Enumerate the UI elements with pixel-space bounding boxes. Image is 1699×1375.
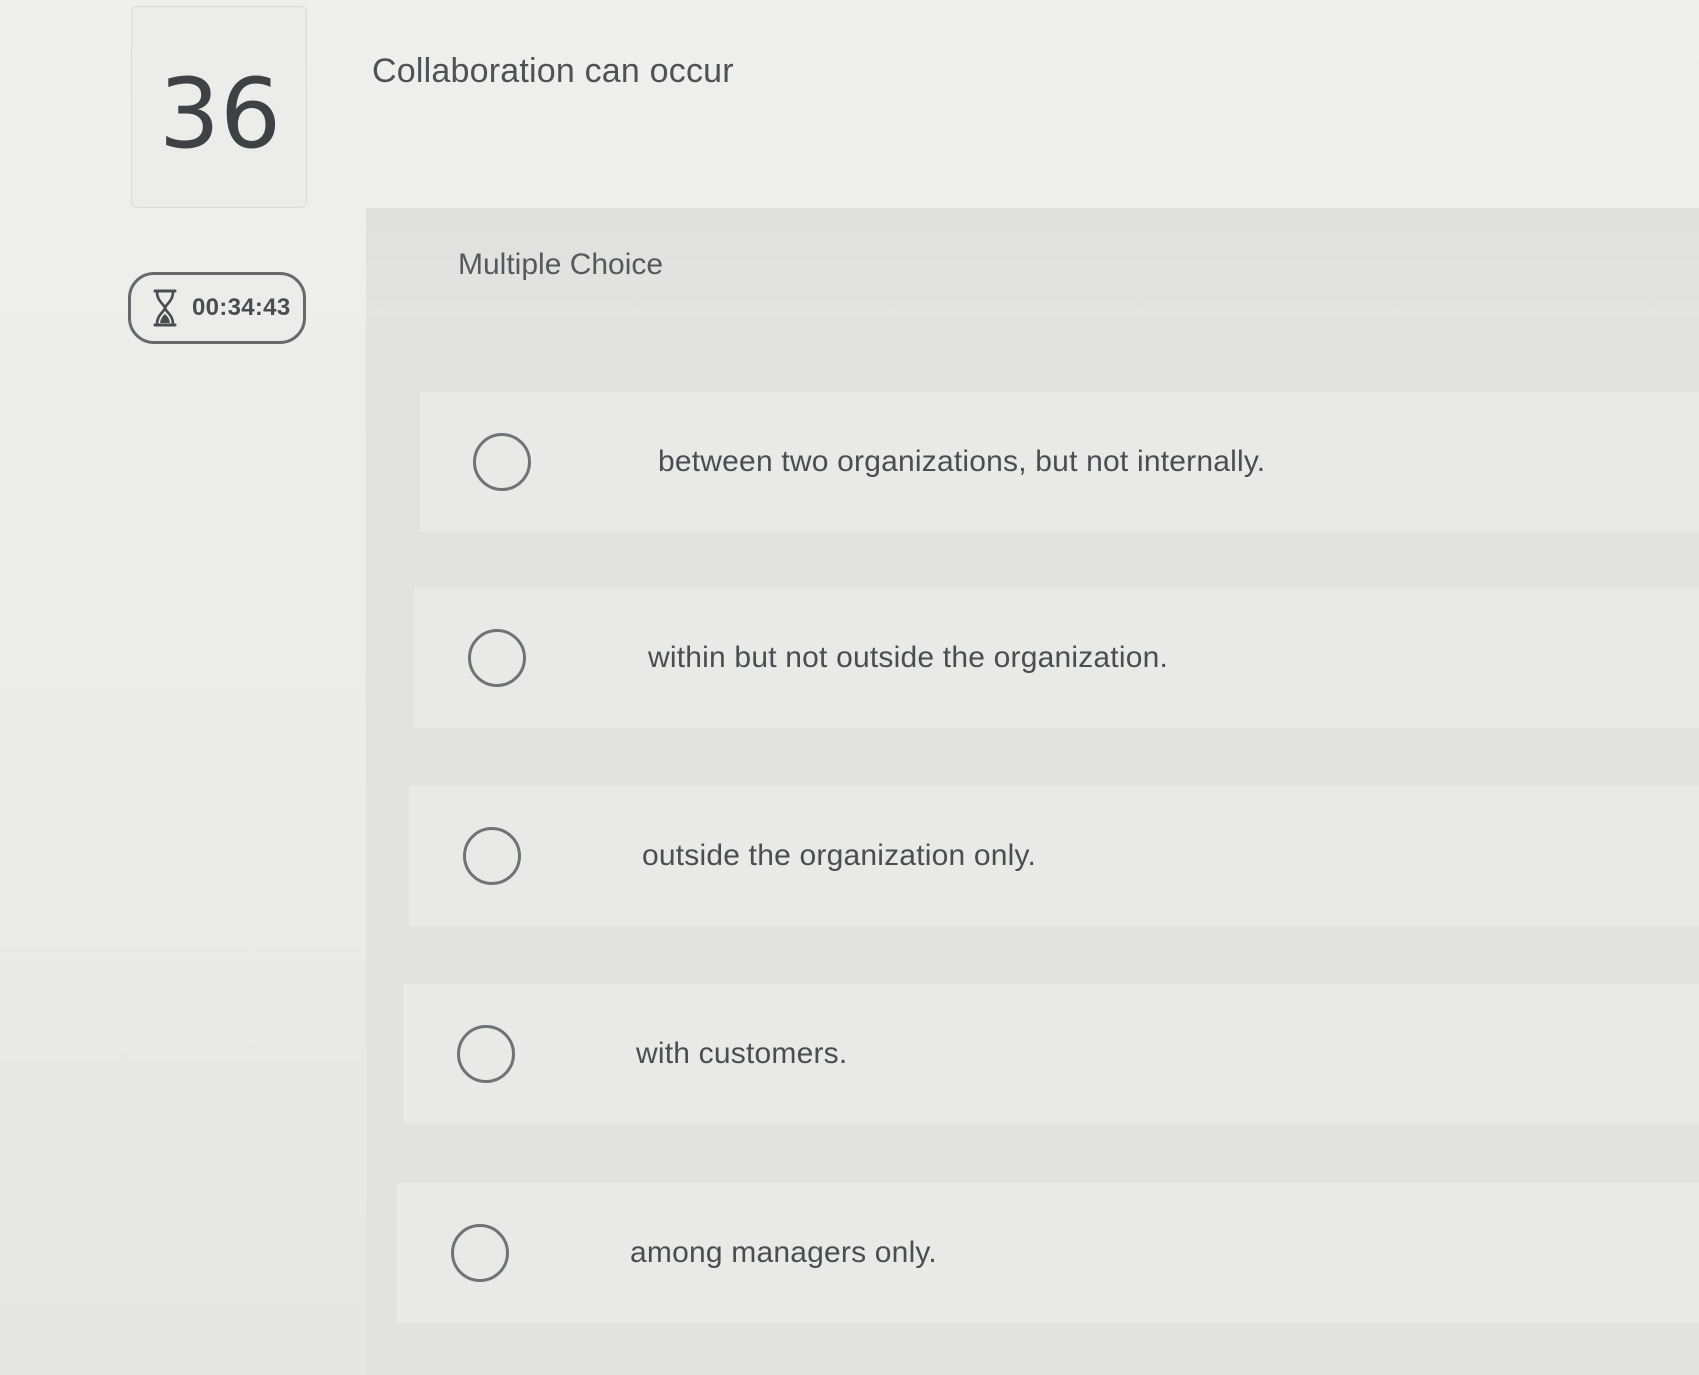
radio-button[interactable] [468, 629, 526, 687]
hourglass-icon [150, 288, 180, 328]
question-number: 36 [158, 58, 282, 170]
answer-option-label: with customers. [636, 1037, 848, 1070]
page: 36 00:34:43 Collaboration can occur Mult… [0, 0, 1699, 1375]
question-prompt: Collaboration can occur [372, 52, 734, 90]
radio-button[interactable] [473, 433, 531, 491]
answer-option-label: among managers only. [630, 1236, 937, 1269]
timer-value: 00:34:43 [192, 294, 291, 321]
radio-button[interactable] [463, 827, 521, 885]
radio-button[interactable] [451, 1224, 509, 1282]
timer-badge[interactable]: 00:34:43 [128, 272, 306, 344]
answer-option-label: between two organizations, but not inter… [658, 445, 1266, 478]
answer-option[interactable]: between two organizations, but not inter… [420, 392, 1699, 532]
answer-option[interactable]: within but not outside the organization. [414, 588, 1699, 728]
question-type-label: Multiple Choice [458, 248, 664, 281]
answer-option[interactable]: outside the organization only. [409, 786, 1699, 926]
answer-option[interactable]: with customers. [403, 984, 1699, 1124]
answer-option-label: within but not outside the organization. [648, 641, 1169, 674]
answer-option[interactable]: among managers only. [397, 1183, 1699, 1323]
radio-button[interactable] [457, 1025, 515, 1083]
answer-option-label: outside the organization only. [642, 839, 1037, 872]
question-number-box: 36 [131, 6, 307, 208]
